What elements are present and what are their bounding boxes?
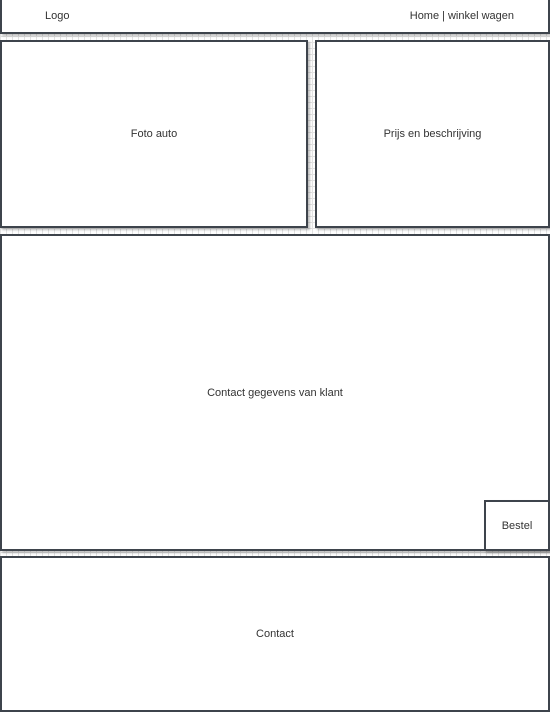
nav-cart-link[interactable]: winkel wagen: [448, 10, 514, 22]
price-description-panel: Prijs en beschrijving: [315, 40, 550, 228]
nav-separator: |: [442, 10, 445, 22]
footer-contact-label: Contact: [256, 628, 294, 640]
order-button[interactable]: Bestel: [484, 500, 550, 551]
header-bar: Logo Home | winkel wagen: [0, 0, 550, 34]
nav-home-link[interactable]: Home: [410, 10, 439, 22]
header-nav: Home | winkel wagen: [410, 10, 514, 22]
order-button-label: Bestel: [501, 519, 533, 532]
logo[interactable]: Logo: [45, 10, 69, 22]
car-photo-placeholder: Foto auto: [0, 40, 308, 228]
price-description-label: Prijs en beschrijving: [383, 128, 482, 140]
customer-contact-form[interactable]: Contact gegevens van klant: [0, 234, 550, 551]
car-photo-label: Foto auto: [130, 128, 178, 140]
footer-contact: Contact: [0, 556, 550, 712]
customer-contact-label: Contact gegevens van klant: [207, 386, 343, 399]
